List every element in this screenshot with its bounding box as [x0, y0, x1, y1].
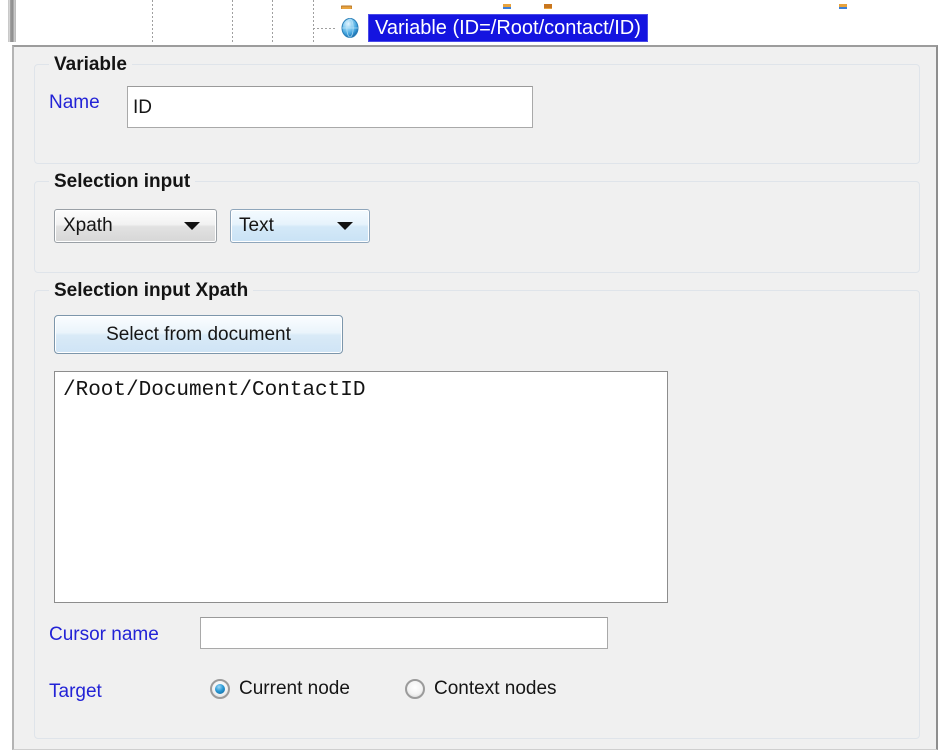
target-radio-current-node[interactable]: Current node: [210, 678, 350, 700]
name-label: Name: [49, 92, 100, 113]
tree-elbow-connector: [313, 28, 335, 29]
variable-groupbox: Variable Name ID: [34, 54, 920, 164]
selection-input-format-value: Text: [239, 215, 274, 236]
variable-properties-screen: Variable (ID=/Root/contact/ID) Variable …: [0, 0, 950, 750]
selection-input-type-value: Xpath: [63, 215, 113, 236]
variable-groupbox-title: Variable: [49, 54, 132, 76]
tree-guide-line: [232, 0, 233, 44]
target-radio-current-node-label: Current node: [239, 678, 350, 699]
selection-input-type-combo[interactable]: Xpath: [54, 209, 217, 243]
chevron-down-icon: [337, 222, 353, 230]
select-from-document-button[interactable]: Select from document: [54, 315, 343, 354]
xpath-textarea[interactable]: /Root/Document/ContactID: [54, 371, 668, 603]
blue-marker-icon: [502, 0, 513, 9]
selection-input-groupbox: Selection input Xpath Text: [34, 171, 920, 273]
name-input[interactable]: ID: [127, 86, 533, 128]
blue-marker-icon: [838, 0, 849, 9]
chevron-down-icon: [184, 222, 200, 230]
tree-node-selected-label[interactable]: Variable (ID=/Root/contact/ID): [368, 14, 648, 42]
orange-marker-icon: [543, 0, 554, 9]
selection-input-xpath-groupbox-title: Selection input Xpath: [49, 280, 254, 302]
properties-panel: Variable Name ID Selection input Xpath T…: [12, 45, 938, 750]
tree-guide-line: [272, 0, 273, 44]
radio-indicator-icon: [405, 679, 425, 699]
target-radio-context-nodes[interactable]: Context nodes: [405, 678, 557, 700]
orange-marker-icon: [341, 0, 352, 9]
radio-indicator-icon: [210, 679, 230, 699]
tree-guide-line: [152, 0, 153, 44]
target-label: Target: [49, 681, 102, 702]
cursor-name-input[interactable]: [200, 617, 608, 649]
target-radio-context-nodes-label: Context nodes: [434, 678, 557, 699]
cursor-name-label: Cursor name: [49, 624, 159, 645]
blue-sphere-icon[interactable]: [339, 17, 361, 39]
selection-input-xpath-groupbox: Selection input Xpath Select from docume…: [34, 280, 920, 739]
selection-input-format-combo[interactable]: Text: [230, 209, 370, 243]
selection-input-groupbox-title: Selection input: [49, 171, 196, 193]
tree-guide-line: [313, 0, 314, 44]
tree-strip: Variable (ID=/Root/contact/ID): [0, 0, 950, 44]
panel-divider-handle[interactable]: [8, 0, 16, 42]
